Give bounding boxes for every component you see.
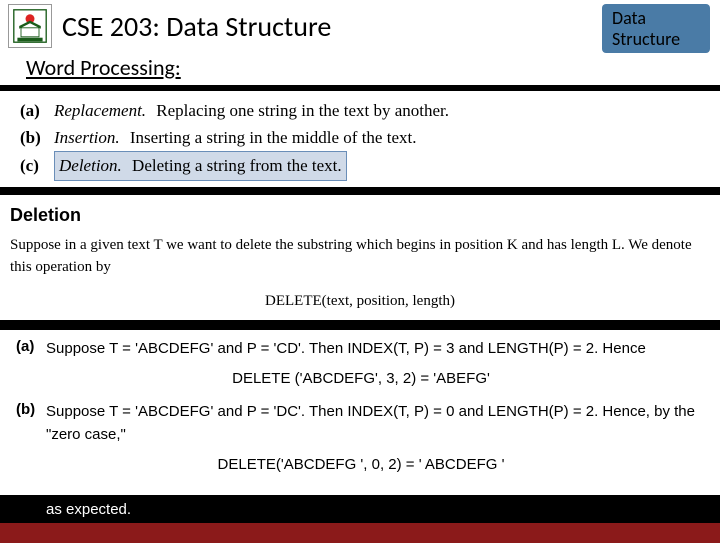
highlighted-operation: Deletion. Deleting a string from the tex… — [54, 151, 347, 180]
op-desc: Deleting a string from the text. — [132, 156, 342, 175]
example-label: (b) — [16, 401, 46, 446]
op-term: Deletion. — [59, 156, 122, 175]
bottom-border — [0, 523, 720, 543]
operation-row-c: (c) Deletion. Deleting a string from the… — [20, 151, 710, 180]
example-label: (a) — [16, 338, 46, 361]
subheader: Word Processing: — [0, 52, 720, 85]
operation-row-a: (a) Replacement. Replacing one string in… — [20, 97, 710, 124]
subheader-title: Word Processing: — [26, 54, 181, 81]
operations-panel: (a) Replacement. Replacing one string in… — [0, 91, 720, 187]
op-term: Replacement. — [54, 101, 146, 120]
op-term: Insertion. — [54, 128, 120, 147]
op-label: (a) — [20, 97, 54, 124]
footer-text: as expected. — [46, 501, 131, 518]
divider — [0, 187, 720, 195]
example-text: Suppose T = 'ABCDEFG' and P = 'DC'. Then… — [46, 401, 706, 446]
divider — [0, 320, 720, 330]
header-bar: CSE 203: Data Structure Data Structure — [0, 0, 720, 52]
badge-line1: Data — [612, 8, 696, 29]
op-desc: Replacing one string in the text by anot… — [156, 101, 449, 120]
topic-badge: Data Structure — [602, 4, 710, 53]
examples-panel: (a) Suppose T = 'ABCDEFG' and P = 'CD'. … — [0, 330, 720, 496]
badge-line2: Structure — [612, 29, 696, 50]
op-desc: Inserting a string in the middle of the … — [130, 128, 417, 147]
example-a: (a) Suppose T = 'ABCDEFG' and P = 'CD'. … — [16, 338, 706, 361]
op-label: (c) — [20, 152, 54, 179]
course-title: CSE 203: Data Structure — [62, 9, 331, 44]
section-heading: Deletion — [0, 195, 720, 230]
op-label: (b) — [20, 124, 54, 151]
example-a-result: DELETE ('ABCDEFG', 3, 2) = 'ABEFG' — [16, 370, 706, 387]
example-b-result: DELETE('ABCDEFG ', 0, 2) = ' ABCDEFG ' — [16, 456, 706, 473]
operation-row-b: (b) Insertion. Inserting a string in the… — [20, 124, 710, 151]
example-b: (b) Suppose T = 'ABCDEFG' and P = 'DC'. … — [16, 401, 706, 446]
deletion-formula: DELETE(text, position, length) — [0, 289, 720, 320]
footer-band: as expected. — [0, 495, 720, 523]
example-text: Suppose T = 'ABCDEFG' and P = 'CD'. Then… — [46, 338, 706, 361]
university-logo — [8, 4, 52, 48]
deletion-description: Suppose in a given text T we want to del… — [0, 230, 720, 289]
